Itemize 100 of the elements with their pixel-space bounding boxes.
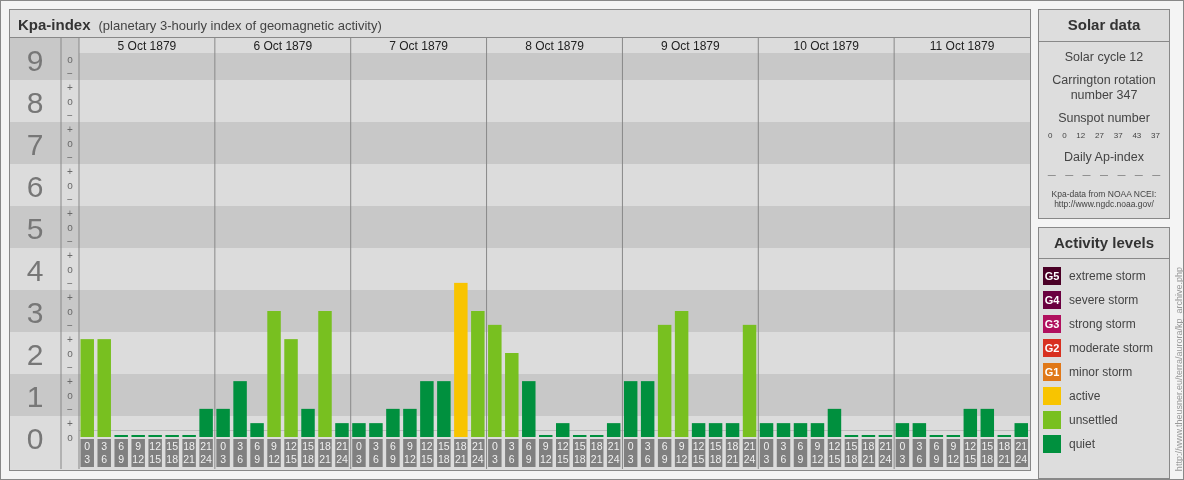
y-axis-label: 4: [26, 253, 44, 287]
sunspot-value: 37: [1151, 129, 1160, 142]
kp-bar: [895, 423, 910, 437]
time-interval-label: 0 3: [216, 439, 230, 467]
x-tick-label: 6 9: [390, 440, 396, 465]
x-tick-label: 3 6: [916, 440, 923, 465]
time-interval-label: 12 15: [284, 439, 298, 467]
time-interval-label: 15 18: [708, 439, 723, 467]
y-tick-mark: o: [67, 347, 73, 359]
y-tick-mark: o: [67, 431, 73, 443]
chart-subtitle: (planetary 3-hourly index of geomagnetic activity): [98, 17, 382, 35]
data-source-text: Kpa-data from NOAA NCEI:: [1050, 188, 1158, 200]
kp-bar: [827, 408, 842, 437]
panel-title: Solar data: [1039, 10, 1169, 42]
time-interval-label: 0 3: [895, 439, 910, 467]
time-interval-label: 12 15: [420, 439, 434, 467]
y-tick-mark: o: [67, 179, 73, 191]
date-header: 8 Oct 1879: [525, 39, 584, 53]
time-interval-label: 3 6: [912, 439, 927, 467]
y-axis-label: 1: [26, 379, 44, 413]
time-interval-label: 6 9: [522, 439, 536, 467]
ap-value: —: [1047, 168, 1056, 181]
date-header: 5 Oct 1879: [117, 39, 177, 53]
y-tick-mark: +: [67, 165, 73, 177]
x-tick-label: 6 9: [797, 440, 804, 465]
time-interval-label: 21 24: [878, 439, 893, 467]
y-tick-mark: −: [67, 403, 73, 415]
y-tick-mark: −: [67, 67, 73, 79]
sunspot-value: 0: [1047, 129, 1053, 142]
time-interval-label: 15 18: [437, 439, 451, 467]
x-tick-label: 0 3: [763, 440, 770, 465]
kp-bar: [386, 408, 400, 437]
kp-bar: [420, 381, 434, 437]
y-axis-label: 3: [26, 295, 44, 329]
panel-title: Activity levels: [1039, 227, 1169, 260]
time-interval-label: 6 9: [657, 439, 672, 467]
time-interval-label: 21 24: [471, 439, 485, 467]
level-label: unsettled: [1069, 412, 1118, 430]
ap-index-label: Daily Ap-index: [1063, 149, 1145, 165]
time-interval-label: 15 18: [980, 439, 995, 467]
time-interval-label: 21 24: [742, 439, 757, 467]
time-interval-label: 0 3: [80, 439, 94, 467]
y-tick-mark: o: [67, 221, 73, 233]
level-label: severe storm: [1069, 292, 1139, 310]
time-interval-label: 0 3: [352, 439, 366, 467]
time-interval-label: 12 15: [963, 439, 978, 467]
level-label: strong storm: [1069, 316, 1136, 334]
ap-value: —: [1152, 168, 1161, 181]
x-tick-label: 6 9: [661, 440, 668, 465]
carrington-text: Carrington rotation number 347: [1051, 72, 1157, 103]
time-interval-label: 6 9: [386, 439, 400, 467]
kp-bar: [216, 408, 230, 437]
kp-bar: [980, 408, 995, 437]
y-tick-mark: −: [67, 151, 73, 163]
time-interval-label: 18 21: [725, 439, 740, 467]
x-tick-label: 0 3: [220, 440, 227, 465]
sunspot-value: 37: [1113, 129, 1123, 142]
level-label: quiet: [1069, 436, 1096, 454]
y-tick-mark: +: [67, 375, 73, 387]
time-interval-label: 9 12: [810, 439, 825, 467]
y-axis-label: 5: [26, 211, 44, 245]
time-interval-label: 15 18: [573, 439, 587, 467]
date-header: 10 Oct 1879: [793, 39, 859, 53]
time-interval-label: 9 12: [267, 439, 281, 467]
y-axis-label: 8: [26, 85, 44, 119]
y-tick-mark: −: [67, 235, 73, 247]
y-tick-mark: o: [67, 305, 73, 317]
time-interval-label: 12 15: [556, 439, 570, 467]
date-header: 9 Oct 1879: [661, 39, 720, 53]
sunspot-value: 27: [1095, 129, 1104, 142]
ap-value: —: [1134, 168, 1143, 181]
x-tick-label: 6 9: [525, 440, 532, 465]
time-interval-label: 9 12: [946, 439, 961, 467]
x-tick-label: 3 6: [508, 440, 515, 465]
x-tick-label: 0 3: [356, 440, 363, 465]
time-interval-label: 15 18: [301, 439, 315, 467]
x-tick-label: 6 9: [254, 440, 261, 465]
kp-bar: [335, 423, 349, 437]
chart-title: Kpa-index: [18, 15, 91, 35]
level-label: moderate storm: [1069, 340, 1154, 358]
sunspot-value: 43: [1132, 129, 1142, 142]
solar-cycle-text: Solar cycle 12: [1063, 49, 1145, 65]
time-interval-label: 3 6: [97, 439, 111, 467]
time-interval-label: 12 15: [827, 439, 842, 467]
y-tick-mark: +: [67, 123, 73, 135]
credit-url: http://www.theusner.eu/terra/aurora/kp_archive.php: [1173, 266, 1184, 471]
y-tick-mark: +: [67, 81, 73, 93]
time-interval-label: 3 6: [233, 439, 247, 467]
x-tick-label: 3 6: [237, 440, 244, 465]
ap-value: —: [1117, 168, 1126, 181]
kp-bar: [403, 408, 417, 437]
y-tick-mark: +: [67, 333, 73, 345]
kp-bar: [556, 423, 570, 437]
level-badge: G5: [1043, 267, 1061, 286]
ap-value: —: [1065, 168, 1074, 181]
y-tick-mark: +: [67, 417, 73, 429]
x-tick-label: 3 6: [780, 440, 787, 465]
ap-value: —: [1099, 168, 1108, 181]
kp-bar: [352, 423, 366, 437]
kp-bar: [776, 423, 791, 437]
